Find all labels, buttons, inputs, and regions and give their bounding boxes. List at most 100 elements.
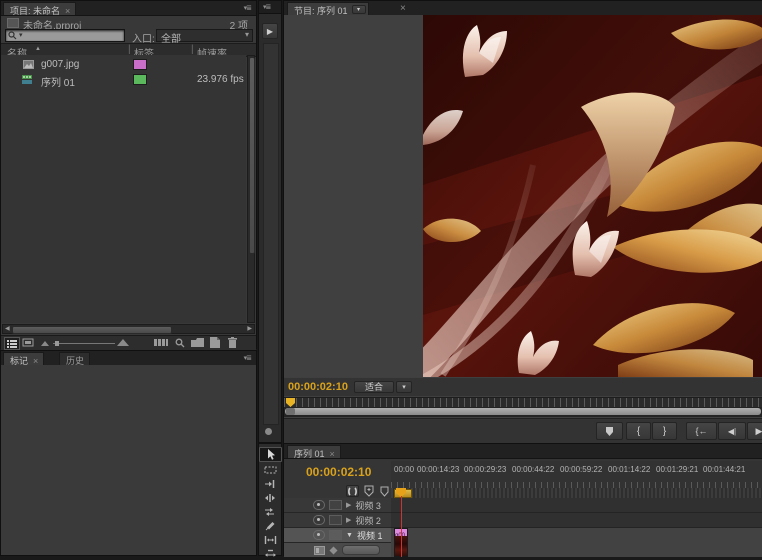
panel-menu-icon[interactable]: ▾≣ — [263, 3, 270, 11]
set-display-style-icon[interactable] — [314, 546, 325, 555]
expand-panel-button[interactable]: ▶ — [262, 23, 278, 39]
chevron-down-icon: ▾ — [402, 384, 406, 391]
close-icon[interactable]: × — [400, 3, 406, 14]
item-rate: 23.976 fps — [197, 74, 244, 85]
fit-dropdown-arrow[interactable]: ▾ — [396, 381, 412, 393]
zoom-slider-handle[interactable] — [55, 341, 59, 346]
premiere-app-window: { "icons": { "close": "×", "dropdown": "… — [0, 0, 762, 556]
track-select-tool[interactable] — [260, 463, 281, 476]
new-item-button[interactable] — [210, 337, 220, 348]
monitor-timecode-row: 00:00:02:10 适合 ▾ — [284, 378, 762, 396]
panel-menu-icon[interactable]: ▾≣ — [244, 354, 251, 362]
tools-panel — [258, 443, 282, 556]
list-item-g007[interactable]: g007.jpg — [1, 57, 246, 72]
label-chip[interactable] — [133, 74, 147, 85]
mark-in-button[interactable]: { — [626, 422, 651, 440]
track-header-v2[interactable]: ▶ 视频 2 — [284, 513, 391, 528]
track-lane-v2[interactable] — [391, 513, 762, 528]
track-lock-icon[interactable] — [329, 500, 342, 510]
list-view-button[interactable] — [4, 337, 20, 350]
ruler-tick-label: 00:00 — [394, 465, 414, 474]
encore-chapter-marker-button[interactable] — [364, 485, 374, 497]
track-name: 视频 1 — [357, 529, 383, 542]
tab-sequence-01[interactable]: 序列 01× — [287, 445, 341, 458]
monitor-time-ruler[interactable] — [284, 397, 762, 407]
hscroll-thumb[interactable] — [12, 326, 172, 334]
track-header-v3[interactable]: ▶ 视频 3 — [284, 498, 391, 513]
tab-markers[interactable]: 标记× — [3, 352, 44, 365]
scroll-right-icon[interactable]: ▶ — [247, 325, 252, 332]
image-clip-icon — [23, 60, 34, 69]
step-back-button[interactable]: ◀| — [718, 422, 746, 440]
tab-program-monitor[interactable]: 节目: 序列 01 ▾ — [287, 2, 369, 15]
toggle-track-output-icon[interactable] — [313, 500, 325, 510]
snap-button[interactable] — [346, 485, 359, 497]
track-options-slider[interactable] — [342, 545, 380, 555]
work-area-bar[interactable] — [391, 488, 762, 498]
ruler-tick-label: 00:00:59:22 — [560, 465, 602, 474]
track-collapse-icon[interactable]: ▼ — [346, 532, 353, 539]
project-vscrollbar[interactable] — [247, 55, 255, 323]
monitor-area-bar[interactable] — [284, 407, 762, 417]
find-button[interactable] — [175, 338, 185, 348]
automate-to-sequence-button[interactable] — [154, 338, 168, 347]
track-collapse-icon[interactable]: ▶ — [346, 501, 351, 509]
track-lane-v1[interactable] — [391, 528, 762, 557]
scroll-left-icon[interactable]: ◀ — [5, 325, 10, 332]
slip-tool[interactable] — [260, 533, 281, 546]
project-tabstrip: 项目: 未命名× ▾≣ — [1, 1, 256, 16]
clip-label: g00 — [395, 533, 405, 536]
rolling-edit-tool[interactable] — [260, 491, 281, 504]
vscroll-thumb[interactable] — [249, 57, 255, 254]
show-keyframes-icon[interactable] — [329, 546, 338, 555]
toggle-track-output-icon[interactable] — [313, 530, 325, 540]
search-dropdown-icon[interactable]: ▾ — [19, 31, 23, 39]
new-bin-button[interactable] — [191, 338, 204, 347]
program-timecode[interactable]: 00:00:02:10 — [288, 381, 348, 393]
entry-select[interactable]: 全部 ▾ — [156, 29, 253, 42]
track-header-v1[interactable]: ▼ 视频 1 — [284, 528, 391, 543]
selection-tool[interactable] — [259, 447, 282, 462]
timeline-timecode[interactable]: 00:00:02:10 — [306, 465, 371, 479]
add-marker-button[interactable] — [596, 422, 623, 440]
unnumbered-marker-button[interactable] — [380, 486, 389, 497]
monitor-playhead[interactable] — [286, 398, 295, 407]
monitor-tab-dropdown[interactable]: ▾ — [352, 5, 366, 14]
track-collapse-icon[interactable]: ▶ — [346, 516, 351, 524]
track-lock-icon[interactable] — [329, 530, 342, 540]
zoom-in-icon[interactable] — [117, 339, 129, 346]
fit-dropdown[interactable]: 适合 — [354, 381, 394, 393]
panel-menu-icon[interactable]: ▾≣ — [244, 4, 251, 12]
project-list: g007.jpg 序列 01 23.976 fps — [1, 55, 246, 323]
project-hscrollbar[interactable]: ◀ ▶ — [2, 324, 255, 334]
mark-out-button[interactable]: } — [652, 422, 677, 440]
razor-tool[interactable] — [260, 519, 281, 532]
icon-view-button[interactable] — [22, 338, 34, 347]
zoom-out-icon[interactable] — [41, 341, 49, 346]
slide-tool[interactable] — [260, 547, 281, 560]
list-item-sequence[interactable]: 序列 01 23.976 fps — [1, 72, 246, 87]
delete-button[interactable] — [228, 337, 237, 348]
ripple-edit-tool[interactable] — [260, 477, 281, 490]
label-chip[interactable] — [133, 59, 147, 70]
ruler-tick-label: 00:01:14:22 — [608, 465, 650, 474]
collapsed-panel-strip: ▾≣ ▶ — [258, 0, 282, 443]
play-button[interactable]: ▶ — [747, 422, 762, 440]
tab-project[interactable]: 项目: 未命名× — [3, 2, 76, 15]
zoom-slider[interactable] — [53, 343, 115, 344]
monitor-tabstrip: 节目: 序列 01 ▾ × — [284, 1, 762, 16]
go-to-in-button[interactable]: {← — [686, 422, 717, 440]
timeline-ruler[interactable]: 00:00 00:00:14:23 00:00:29:23 00:00:44:2… — [391, 461, 762, 489]
track-lock-icon[interactable] — [329, 515, 342, 525]
playhead-line[interactable] — [401, 496, 402, 557]
program-monitor-panel: 节目: 序列 01 ▾ × — [283, 0, 762, 443]
track-lane-v3[interactable] — [391, 498, 762, 513]
area-bar-handle[interactable] — [286, 408, 295, 415]
search-input[interactable]: ▾ — [5, 29, 125, 42]
rate-stretch-tool[interactable] — [260, 505, 281, 518]
toggle-track-output-icon[interactable] — [313, 515, 325, 525]
ruler-tick-label: 00:00:44:22 — [512, 465, 554, 474]
timeline-tabstrip: 序列 01× — [284, 444, 762, 459]
monitor-viewport — [284, 15, 762, 377]
tab-history[interactable]: 历史 — [59, 352, 90, 365]
